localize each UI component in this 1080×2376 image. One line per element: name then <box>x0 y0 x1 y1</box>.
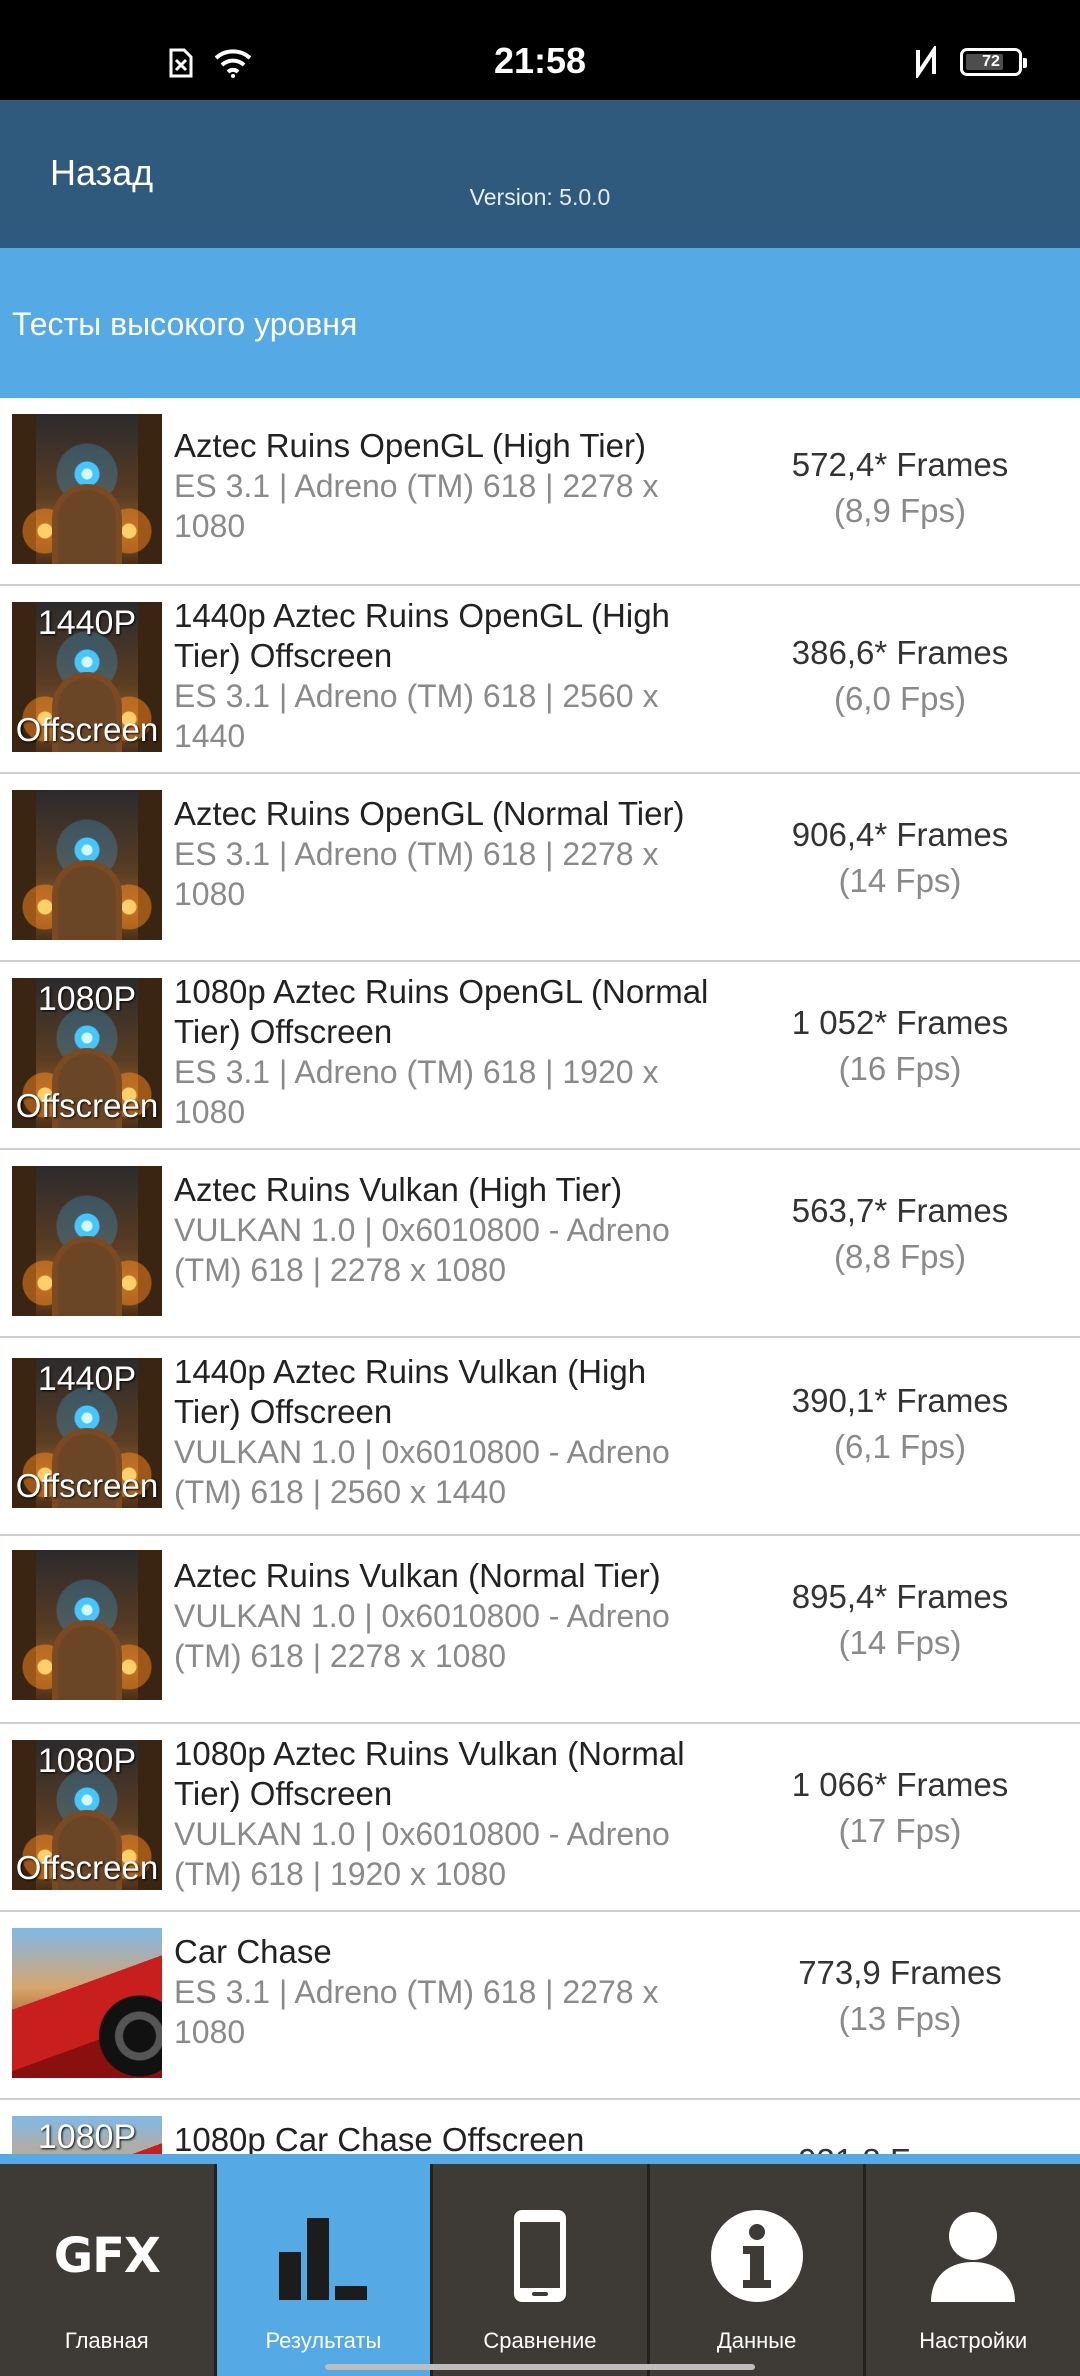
status-bar: 21:58 72 <box>0 0 1080 100</box>
tab-results[interactable]: Результаты <box>216 2164 434 2376</box>
test-fps: (6,0 Fps) <box>833 680 967 717</box>
result-row[interactable]: 1080P 1080p Car Chase Offscreen 931,8 Fr… <box>0 2100 1080 2154</box>
test-title: Car Chase <box>174 1933 332 1970</box>
test-thumbnail: 1440P Offscreen <box>12 1358 162 1508</box>
test-thumbnail <box>12 1928 162 2078</box>
offscreen-badge: Offscreen <box>15 1087 159 1124</box>
resolution-badge: 1080P <box>37 1742 137 1780</box>
home-indicator[interactable] <box>325 2364 755 2370</box>
test-fps: (14 Fps) <box>838 1624 962 1661</box>
test-thumbnail <box>12 790 162 940</box>
tab-compare[interactable]: Сравнение <box>433 2164 650 2376</box>
results-list[interactable]: Aztec Ruins OpenGL (High Tier) ES 3.1 | … <box>0 398 1080 2154</box>
test-subtitle: VULKAN 1.0 | 0x6010800 - Adreno (TM) 618… <box>174 1598 670 1674</box>
result-row[interactable]: Car Chase ES 3.1 | Adreno (TM) 618 | 227… <box>0 1912 1080 2100</box>
test-frames: 1 052* Frames <box>791 1004 1009 1041</box>
test-title: 1080p Car Chase Offscreen <box>174 2121 585 2154</box>
section-title: Тесты высокого уровня <box>12 306 358 342</box>
offscreen-badge: Offscreen <box>15 1467 159 1504</box>
test-title: 1080p Aztec Ruins OpenGL (Normal Tier) O… <box>174 973 709 1050</box>
test-subtitle: ES 3.1 | Adreno (TM) 618 | 2278 x 1080 <box>174 1974 659 2050</box>
test-subtitle: VULKAN 1.0 | 0x6010800 - Adreno (TM) 618… <box>174 1816 670 1892</box>
test-fps: (6,1 Fps) <box>833 1428 967 1465</box>
result-row[interactable]: Aztec Ruins Vulkan (Normal Tier) VULKAN … <box>0 1536 1080 1724</box>
resolution-badge: 1080P <box>37 980 137 1018</box>
test-title: Aztec Ruins Vulkan (Normal Tier) <box>174 1557 661 1594</box>
result-row[interactable]: 1080P Offscreen 1080p Aztec Ruins OpenGL… <box>0 962 1080 1150</box>
result-row[interactable]: 1440P Offscreen 1440p Aztec Ruins Vulkan… <box>0 1338 1080 1536</box>
test-frames: 1 066* Frames <box>791 1766 1009 1803</box>
test-title: Aztec Ruins OpenGL (Normal Tier) <box>174 795 685 832</box>
test-title: 1440p Aztec Ruins Vulkan (High Tier) Off… <box>174 1353 647 1430</box>
version-label: Version: 5.0.0 <box>469 184 611 210</box>
tab-settings[interactable]: Настройки <box>866 2164 1080 2376</box>
test-subtitle: ES 3.1 | Adreno (TM) 618 | 2278 x 1080 <box>174 468 659 544</box>
section-header: Тесты высокого уровня <box>0 248 1080 398</box>
test-fps: (8,8 Fps) <box>833 1238 967 1275</box>
test-frames: 895,4* Frames <box>791 1578 1009 1615</box>
tab-label: Настройки <box>919 2328 1028 2353</box>
bar-chart-icon <box>273 2206 373 2306</box>
test-title: Aztec Ruins OpenGL (High Tier) <box>174 427 646 464</box>
test-fps: (14 Fps) <box>838 862 962 899</box>
test-subtitle: ES 3.1 | Adreno (TM) 618 | 2560 x 1440 <box>174 678 659 754</box>
test-fps: (17 Fps) <box>838 1812 962 1849</box>
tab-data[interactable]: Данные <box>650 2164 867 2376</box>
result-row[interactable]: 1440P Offscreen 1440p Aztec Ruins OpenGL… <box>0 586 1080 774</box>
test-frames: 931,8 Frames <box>740 2138 1060 2154</box>
test-thumbnail <box>12 1166 162 1316</box>
test-fps: (8,9 Fps) <box>833 492 967 529</box>
test-thumbnail <box>12 1550 162 1700</box>
info-icon <box>707 2206 807 2306</box>
tab-label: Результаты <box>265 2328 382 2353</box>
test-thumbnail: 1080P Offscreen <box>12 978 162 1128</box>
app-header: Назад Version: 5.0.0 <box>0 100 1080 248</box>
test-thumbnail: 1440P Offscreen <box>12 602 162 752</box>
status-right: 72 <box>914 46 1027 78</box>
test-thumbnail: 1080P Offscreen <box>12 1740 162 1890</box>
result-row[interactable]: Aztec Ruins OpenGL (Normal Tier) ES 3.1 … <box>0 774 1080 962</box>
tab-label: Данные <box>716 2328 797 2353</box>
resolution-badge: 1440P <box>37 1360 137 1398</box>
gfx-logo-icon: GFX <box>53 2206 161 2306</box>
test-title: 1440p Aztec Ruins OpenGL (High Tier) Off… <box>174 597 670 674</box>
test-frames: 386,6* Frames <box>791 634 1009 671</box>
test-frames: 390,1* Frames <box>791 1382 1009 1419</box>
battery-level: 72 <box>982 53 1000 70</box>
tab-home[interactable]: GFX Главная <box>0 2164 217 2376</box>
resolution-badge: 1440P <box>37 604 137 642</box>
result-row[interactable]: Aztec Ruins Vulkan (High Tier) VULKAN 1.… <box>0 1150 1080 1338</box>
resolution-badge: 1080P <box>37 2118 137 2154</box>
test-subtitle: VULKAN 1.0 | 0x6010800 - Adreno (TM) 618… <box>174 1212 670 1288</box>
test-frames: 572,4* Frames <box>791 446 1009 483</box>
test-title: 1080p Aztec Ruins Vulkan (Normal Tier) O… <box>174 1735 685 1812</box>
test-fps: (16 Fps) <box>838 1050 962 1087</box>
phone-icon <box>490 2206 590 2306</box>
bottom-navigation: GFX Главная Результаты Сравнение Данные … <box>0 2154 1080 2376</box>
nfc-icon <box>916 46 936 78</box>
test-subtitle: VULKAN 1.0 | 0x6010800 - Adreno (TM) 618… <box>174 1434 670 1510</box>
offscreen-badge: Offscreen <box>15 1849 159 1886</box>
test-subtitle: ES 3.1 | Adreno (TM) 618 | 1920 x 1080 <box>174 1054 659 1130</box>
result-row[interactable]: Aztec Ruins OpenGL (High Tier) ES 3.1 | … <box>0 398 1080 586</box>
battery-icon: 72 <box>960 48 1027 76</box>
test-thumbnail <box>12 414 162 564</box>
test-title: Aztec Ruins Vulkan (High Tier) <box>174 1171 623 1208</box>
tab-label: Главная <box>64 2328 149 2353</box>
tab-label: Сравнение <box>483 2328 597 2353</box>
test-thumbnail: 1080P <box>12 2116 162 2154</box>
gfx-logo-text: GFX <box>53 2228 161 2284</box>
result-row[interactable]: 1080P Offscreen 1080p Aztec Ruins Vulkan… <box>0 1724 1080 1912</box>
test-frames: 563,7* Frames <box>791 1192 1009 1229</box>
test-frames: 906,4* Frames <box>791 816 1009 853</box>
test-frames: 773,9 Frames <box>798 1954 1002 1991</box>
test-fps: (13 Fps) <box>838 2000 962 2037</box>
offscreen-badge: Offscreen <box>15 711 159 748</box>
test-subtitle: ES 3.1 | Adreno (TM) 618 | 2278 x 1080 <box>174 836 659 912</box>
person-icon <box>923 2206 1023 2306</box>
